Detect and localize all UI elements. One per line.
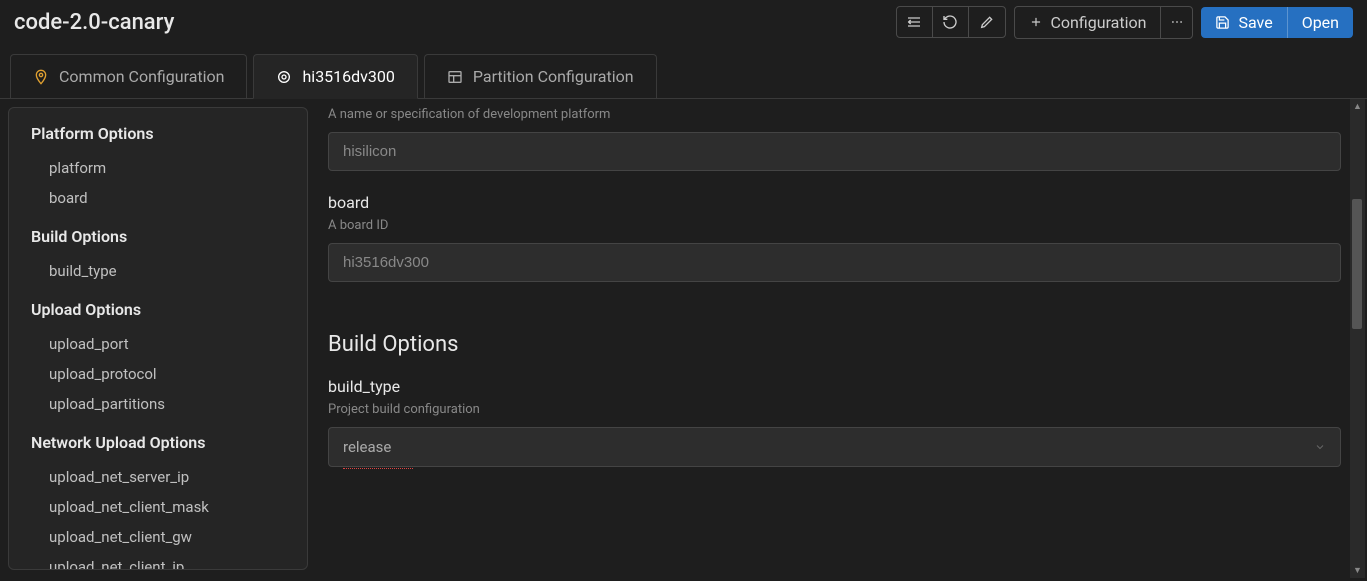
scrollbar-down-icon[interactable]: ▼	[1350, 563, 1365, 578]
build-options-section: Build Options	[328, 332, 1341, 357]
sidebar-item-platform[interactable]: platform	[31, 153, 297, 183]
primary-group: Save Open	[1201, 7, 1353, 38]
sidebar-item-upload-net-server-ip[interactable]: upload_net_server_ip	[31, 462, 297, 492]
tab-hi3516dv300[interactable]: hi3516dv300	[253, 54, 417, 99]
sidebar-group-upload-options[interactable]: Upload Options	[31, 300, 297, 319]
build-type-value: release	[343, 438, 391, 456]
sidebar-group-platform-options[interactable]: Platform Options	[31, 124, 297, 143]
build-type-label: build_type	[328, 377, 1341, 396]
sidebar: Platform Options platform board Build Op…	[8, 107, 308, 570]
scrollbar-up-icon[interactable]: ▲	[1350, 99, 1365, 114]
tab-label: Partition Configuration	[473, 67, 634, 86]
tab-label: Common Configuration	[59, 67, 224, 86]
configuration-group: Configuration	[1014, 6, 1194, 39]
sidebar-item-build-type[interactable]: build_type	[31, 256, 297, 286]
board-description: A board ID	[328, 218, 1341, 233]
pin-icon	[33, 69, 49, 85]
sidebar-group-build-options[interactable]: Build Options	[31, 227, 297, 246]
save-icon	[1215, 15, 1230, 30]
board-input[interactable]	[328, 243, 1341, 282]
scrollbar[interactable]: ▲ ▼	[1350, 99, 1365, 578]
tab-label: hi3516dv300	[302, 67, 394, 86]
target-icon	[276, 69, 292, 85]
board-label: board	[328, 193, 1341, 212]
configuration-button[interactable]: Configuration	[1015, 7, 1161, 38]
save-label: Save	[1238, 13, 1272, 32]
open-button[interactable]: Open	[1287, 7, 1353, 38]
main-content: A name or specification of development p…	[316, 107, 1359, 570]
sidebar-item-upload-partitions[interactable]: upload_partitions	[31, 389, 297, 419]
platform-input[interactable]	[328, 132, 1341, 171]
sidebar-item-upload-net-client-ip[interactable]: upload_net_client_ip	[31, 552, 297, 570]
sidebar-item-board[interactable]: board	[31, 183, 297, 213]
build-type-description: Project build configuration	[328, 402, 1341, 417]
sidebar-item-upload-net-client-mask[interactable]: upload_net_client_mask	[31, 492, 297, 522]
tab-common-configuration[interactable]: Common Configuration	[10, 54, 247, 98]
sidebar-item-upload-port[interactable]: upload_port	[31, 329, 297, 359]
edit-icon[interactable]	[969, 7, 1005, 37]
build-type-select[interactable]: release	[328, 427, 1341, 467]
layout-icon	[447, 69, 463, 85]
plus-icon	[1029, 15, 1043, 29]
tab-partition-configuration[interactable]: Partition Configuration	[424, 54, 657, 98]
sidebar-group-network-upload-options[interactable]: Network Upload Options	[31, 433, 297, 452]
more-button[interactable]	[1160, 7, 1192, 38]
ellipsis-icon	[1170, 15, 1184, 29]
save-button[interactable]: Save	[1201, 7, 1286, 38]
outdent-icon[interactable]	[897, 7, 933, 37]
refresh-icon[interactable]	[933, 7, 969, 37]
sidebar-item-upload-net-client-gw[interactable]: upload_net_client_gw	[31, 522, 297, 552]
tool-icon-group	[896, 6, 1006, 38]
sidebar-item-upload-protocol[interactable]: upload_protocol	[31, 359, 297, 389]
scrollbar-thumb[interactable]	[1352, 199, 1362, 329]
chevron-down-icon	[1314, 441, 1326, 453]
platform-description: A name or specification of development p…	[328, 107, 1341, 122]
configuration-label: Configuration	[1051, 13, 1147, 32]
page-title: code-2.0-canary	[14, 10, 174, 35]
open-label: Open	[1302, 13, 1339, 32]
tabs: Common Configuration hi3516dv300 Partiti…	[0, 44, 1367, 99]
